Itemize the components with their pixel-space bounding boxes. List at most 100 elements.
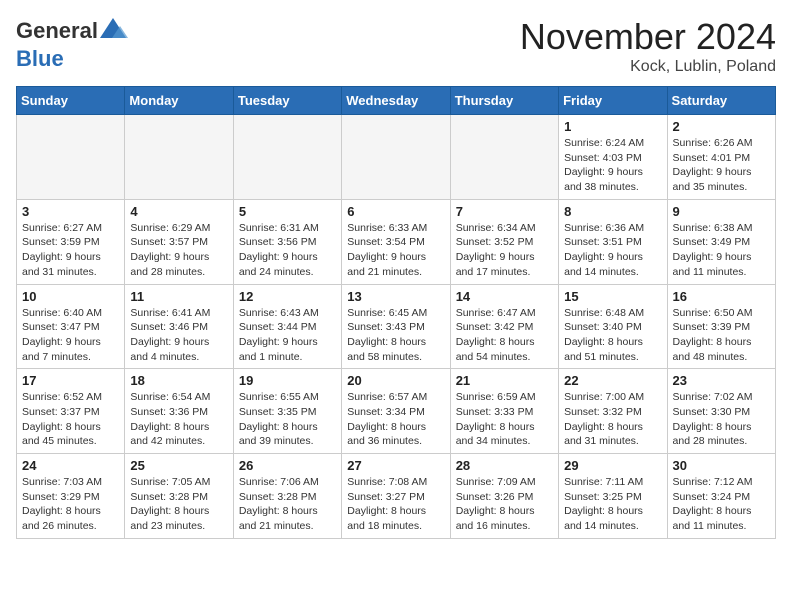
calendar-cell: 16 Sunrise: 6:50 AM Sunset: 3:39 PM Dayli… (667, 284, 775, 369)
title-block: November 2024 Kock, Lublin, Poland (520, 16, 776, 76)
day-number: 1 (564, 119, 661, 134)
calendar-week-row: 3 Sunrise: 6:27 AM Sunset: 3:59 PM Daylig… (17, 199, 776, 284)
calendar-cell: 19 Sunrise: 6:55 AM Sunset: 3:35 PM Dayli… (233, 369, 341, 454)
calendar-cell: 22Sunrise: 7:00 AM Sunset: 3:32 PM Dayli… (559, 369, 667, 454)
calendar-cell: 14 Sunrise: 6:47 AM Sunset: 3:42 PM Dayli… (450, 284, 558, 369)
calendar-cell: 17 Sunrise: 6:52 AM Sunset: 3:37 PM Dayli… (17, 369, 125, 454)
calendar-cell: 6 Sunrise: 6:33 AM Sunset: 3:54 PM Daylig… (342, 199, 450, 284)
col-header-monday: Monday (125, 87, 233, 115)
logo-icon (98, 16, 128, 46)
day-info: Sunrise: 7:08 AM Sunset: 3:27 PM Dayligh… (347, 475, 444, 534)
day-info: Sunrise: 6:33 AM Sunset: 3:54 PM Dayligh… (347, 221, 444, 280)
day-info: Sunrise: 7:05 AM Sunset: 3:28 PM Dayligh… (130, 475, 227, 534)
day-info: Sunrise: 7:02 AM Sunset: 3:30 PM Dayligh… (673, 390, 770, 449)
day-number: 21 (456, 373, 553, 388)
calendar-cell: 12 Sunrise: 6:43 AM Sunset: 3:44 PM Dayli… (233, 284, 341, 369)
day-info: Sunrise: 6:47 AM Sunset: 3:42 PM Dayligh… (456, 306, 553, 365)
day-number: 10 (22, 289, 119, 304)
day-info: Sunrise: 6:50 AM Sunset: 3:39 PM Dayligh… (673, 306, 770, 365)
day-info: Sunrise: 6:54 AM Sunset: 3:36 PM Dayligh… (130, 390, 227, 449)
day-info: Sunrise: 6:43 AM Sunset: 3:44 PM Dayligh… (239, 306, 336, 365)
day-number: 22 (564, 373, 661, 388)
day-number: 26 (239, 458, 336, 473)
calendar-cell (125, 115, 233, 200)
day-number: 17 (22, 373, 119, 388)
calendar-cell: 8Sunrise: 6:36 AM Sunset: 3:51 PM Daylig… (559, 199, 667, 284)
calendar-cell: 26 Sunrise: 7:06 AM Sunset: 3:28 PM Dayli… (233, 454, 341, 539)
calendar-week-row: 1Sunrise: 6:24 AM Sunset: 4:03 PM Daylig… (17, 115, 776, 200)
calendar-cell: 7Sunrise: 6:34 AM Sunset: 3:52 PM Daylig… (450, 199, 558, 284)
calendar-cell (450, 115, 558, 200)
calendar-cell: 3 Sunrise: 6:27 AM Sunset: 3:59 PM Daylig… (17, 199, 125, 284)
col-header-sunday: Sunday (17, 87, 125, 115)
logo-text: General Blue (16, 16, 128, 72)
logo-general: General (16, 18, 98, 44)
calendar-cell: 28 Sunrise: 7:09 AM Sunset: 3:26 PM Dayli… (450, 454, 558, 539)
day-number: 15 (564, 289, 661, 304)
col-header-friday: Friday (559, 87, 667, 115)
day-info: Sunrise: 6:48 AM Sunset: 3:40 PM Dayligh… (564, 306, 661, 365)
day-info: Sunrise: 7:12 AM Sunset: 3:24 PM Dayligh… (673, 475, 770, 534)
day-number: 3 (22, 204, 119, 219)
calendar-cell: 27 Sunrise: 7:08 AM Sunset: 3:27 PM Dayli… (342, 454, 450, 539)
calendar-cell: 20 Sunrise: 6:57 AM Sunset: 3:34 PM Dayli… (342, 369, 450, 454)
calendar-cell: 18 Sunrise: 6:54 AM Sunset: 3:36 PM Dayli… (125, 369, 233, 454)
day-info: Sunrise: 6:31 AM Sunset: 3:56 PM Dayligh… (239, 221, 336, 280)
day-number: 4 (130, 204, 227, 219)
day-number: 13 (347, 289, 444, 304)
day-number: 11 (130, 289, 227, 304)
day-number: 29 (564, 458, 661, 473)
day-number: 28 (456, 458, 553, 473)
col-header-wednesday: Wednesday (342, 87, 450, 115)
day-info: Sunrise: 7:09 AM Sunset: 3:26 PM Dayligh… (456, 475, 553, 534)
calendar-header-row: SundayMondayTuesdayWednesdayThursdayFrid… (17, 87, 776, 115)
calendar-cell: 4 Sunrise: 6:29 AM Sunset: 3:57 PM Daylig… (125, 199, 233, 284)
calendar-cell: 11Sunrise: 6:41 AM Sunset: 3:46 PM Dayli… (125, 284, 233, 369)
day-info: Sunrise: 6:27 AM Sunset: 3:59 PM Dayligh… (22, 221, 119, 280)
calendar-cell: 1Sunrise: 6:24 AM Sunset: 4:03 PM Daylig… (559, 115, 667, 200)
calendar-cell (17, 115, 125, 200)
page-header: General Blue November 2024 Kock, Lublin,… (16, 16, 776, 76)
day-info: Sunrise: 6:45 AM Sunset: 3:43 PM Dayligh… (347, 306, 444, 365)
calendar-cell: 24Sunrise: 7:03 AM Sunset: 3:29 PM Dayli… (17, 454, 125, 539)
day-info: Sunrise: 6:29 AM Sunset: 3:57 PM Dayligh… (130, 221, 227, 280)
day-info: Sunrise: 6:55 AM Sunset: 3:35 PM Dayligh… (239, 390, 336, 449)
day-info: Sunrise: 6:52 AM Sunset: 3:37 PM Dayligh… (22, 390, 119, 449)
day-number: 23 (673, 373, 770, 388)
logo-blue: Blue (16, 46, 64, 71)
day-info: Sunrise: 7:03 AM Sunset: 3:29 PM Dayligh… (22, 475, 119, 534)
day-info: Sunrise: 6:59 AM Sunset: 3:33 PM Dayligh… (456, 390, 553, 449)
calendar-cell: 5 Sunrise: 6:31 AM Sunset: 3:56 PM Daylig… (233, 199, 341, 284)
day-info: Sunrise: 6:36 AM Sunset: 3:51 PM Dayligh… (564, 221, 661, 280)
day-info: Sunrise: 6:34 AM Sunset: 3:52 PM Dayligh… (456, 221, 553, 280)
day-number: 20 (347, 373, 444, 388)
day-info: Sunrise: 7:06 AM Sunset: 3:28 PM Dayligh… (239, 475, 336, 534)
day-number: 9 (673, 204, 770, 219)
calendar-cell: 21 Sunrise: 6:59 AM Sunset: 3:33 PM Dayli… (450, 369, 558, 454)
calendar-cell: 9 Sunrise: 6:38 AM Sunset: 3:49 PM Daylig… (667, 199, 775, 284)
logo: General Blue (16, 16, 128, 72)
day-number: 16 (673, 289, 770, 304)
calendar-cell: 30 Sunrise: 7:12 AM Sunset: 3:24 PM Dayli… (667, 454, 775, 539)
calendar-cell: 15 Sunrise: 6:48 AM Sunset: 3:40 PM Dayli… (559, 284, 667, 369)
day-info: Sunrise: 6:57 AM Sunset: 3:34 PM Dayligh… (347, 390, 444, 449)
col-header-tuesday: Tuesday (233, 87, 341, 115)
calendar-cell: 13 Sunrise: 6:45 AM Sunset: 3:43 PM Dayli… (342, 284, 450, 369)
day-number: 2 (673, 119, 770, 134)
day-number: 25 (130, 458, 227, 473)
day-number: 14 (456, 289, 553, 304)
day-number: 27 (347, 458, 444, 473)
day-number: 6 (347, 204, 444, 219)
calendar-week-row: 10Sunrise: 6:40 AM Sunset: 3:47 PM Dayli… (17, 284, 776, 369)
calendar-cell (342, 115, 450, 200)
day-number: 19 (239, 373, 336, 388)
calendar-cell: 25 Sunrise: 7:05 AM Sunset: 3:28 PM Dayli… (125, 454, 233, 539)
day-number: 18 (130, 373, 227, 388)
calendar-cell (233, 115, 341, 200)
location: Kock, Lublin, Poland (520, 58, 776, 76)
calendar-cell: 2Sunrise: 6:26 AM Sunset: 4:01 PM Daylig… (667, 115, 775, 200)
day-info: Sunrise: 6:38 AM Sunset: 3:49 PM Dayligh… (673, 221, 770, 280)
day-number: 30 (673, 458, 770, 473)
day-number: 12 (239, 289, 336, 304)
day-number: 5 (239, 204, 336, 219)
